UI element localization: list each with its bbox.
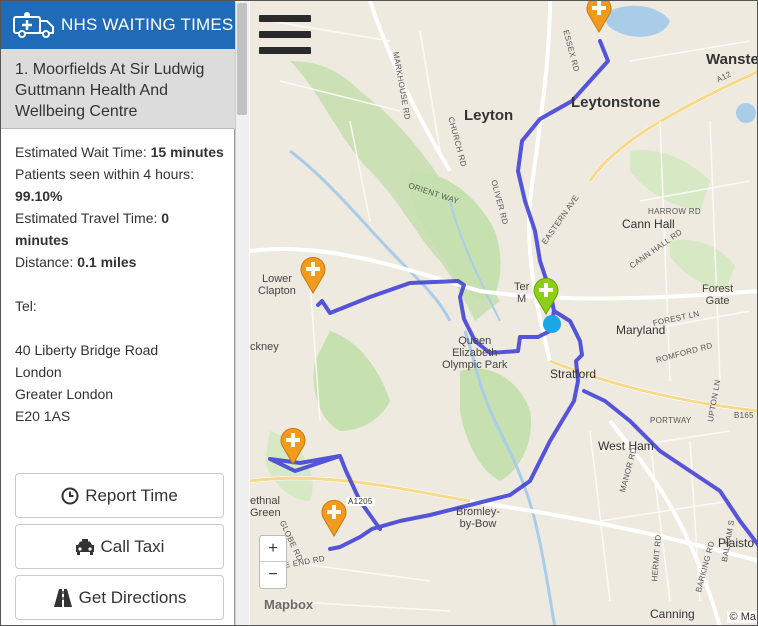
selected-hospital-marker[interactable] xyxy=(532,275,560,315)
map-view[interactable]: MARKHOUSE RD CHURCH RD OLIVER RD ORIENT … xyxy=(250,1,758,625)
place-label: ethnal Green xyxy=(250,495,281,519)
sidebar-scrollbar-thumb[interactable] xyxy=(237,3,247,115)
place-label: Cann Hall xyxy=(622,217,675,231)
place-label: Forest Gate xyxy=(702,283,734,307)
place-label: Stratford xyxy=(550,367,597,381)
taxi-icon xyxy=(75,538,94,555)
sidebar: NHS WAITING TIMES 1. Moorfields At Sir L… xyxy=(1,1,235,625)
place-label: Leyton xyxy=(464,107,514,124)
road-label: B165 xyxy=(734,411,754,420)
venue-name: 1. Moorfields At Sir Ludwig Guttmann Hea… xyxy=(1,49,235,129)
place-label: Plaisto xyxy=(718,536,755,550)
wait-value: 15 minutes xyxy=(150,144,224,160)
hospital-marker[interactable] xyxy=(299,254,327,294)
distance-value: 0.1 miles xyxy=(77,254,137,270)
zoom-in-button[interactable]: + xyxy=(260,536,286,562)
address-line: E20 1AS xyxy=(15,408,71,424)
road-icon xyxy=(53,588,72,607)
seen-label: Patients seen within 4 hours: xyxy=(15,166,194,182)
place-label: Maryland xyxy=(616,323,666,337)
clock-icon xyxy=(61,487,79,504)
address-line: 40 Liberty Bridge Road xyxy=(15,342,159,358)
hospital-marker[interactable] xyxy=(320,497,348,537)
hospital-marker[interactable] xyxy=(585,1,613,33)
get-directions-label: Get Directions xyxy=(78,587,187,607)
place-label: Canning xyxy=(650,607,695,621)
road-label: A1205 xyxy=(346,497,375,506)
wait-label: Estimated Wait Time: xyxy=(15,144,147,160)
report-time-button[interactable]: Report Time xyxy=(15,473,224,518)
hamburger-menu-icon[interactable] xyxy=(259,15,311,61)
hospital-marker[interactable] xyxy=(279,425,307,465)
address-line: Greater London xyxy=(15,386,114,402)
tel-label: Tel: xyxy=(15,298,37,314)
user-location-dot xyxy=(543,315,561,333)
call-taxi-label: Call Taxi xyxy=(100,536,165,556)
call-taxi-button[interactable]: Call Taxi xyxy=(15,524,224,569)
distance-label: Distance: xyxy=(15,254,74,270)
place-label: Lower Clapton xyxy=(258,273,296,297)
road-label: PORTWAY xyxy=(650,416,692,425)
road-label: HARROW RD xyxy=(648,207,701,216)
place-label: ckney xyxy=(250,341,279,353)
place-label: Ter M xyxy=(514,281,530,305)
ambulance-icon xyxy=(13,12,54,38)
place-label: Leytonstone xyxy=(571,94,661,111)
mapbox-logo[interactable]: Mapbox xyxy=(264,597,313,612)
map-attribution[interactable]: © Ma xyxy=(726,611,757,623)
address-line: London xyxy=(15,364,62,380)
place-label: Wanste xyxy=(706,51,758,68)
travel-label: Estimated Travel Time: xyxy=(15,210,158,226)
brand-header[interactable]: NHS WAITING TIMES xyxy=(1,1,235,49)
place-label: West Ham xyxy=(598,439,654,453)
seen-value: 99.10% xyxy=(15,188,63,204)
app-window: NHS WAITING TIMES 1. Moorfields At Sir L… xyxy=(0,0,758,626)
zoom-control: + − xyxy=(259,535,287,589)
place-label: Queen Elizabeth Olympic Park xyxy=(442,335,508,371)
get-directions-button[interactable]: Get Directions xyxy=(15,575,224,620)
zoom-out-button[interactable]: − xyxy=(260,562,286,588)
venue-info: Estimated Wait Time: 15 minutes Patients… xyxy=(15,141,225,427)
place-label: Bromley-by-Bow xyxy=(456,506,501,530)
report-time-label: Report Time xyxy=(85,485,178,505)
app-title: NHS WAITING TIMES xyxy=(61,15,234,34)
